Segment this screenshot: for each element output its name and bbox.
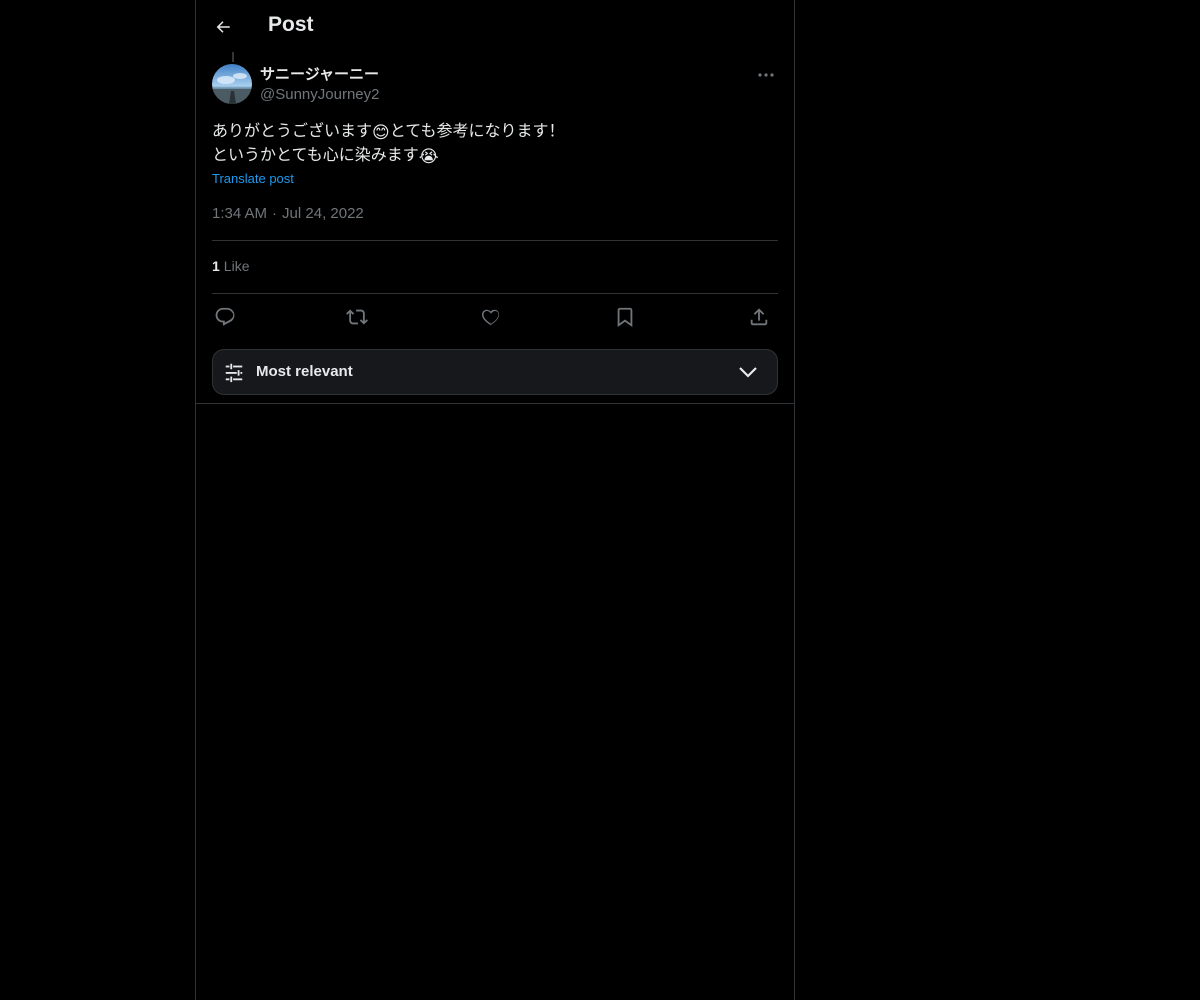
- page-header: Post: [196, 0, 794, 53]
- translate-post-link[interactable]: Translate post: [212, 171, 294, 186]
- thread-connector-line: [232, 52, 234, 62]
- reply-button[interactable]: [212, 304, 238, 330]
- arrow-left-icon: [216, 21, 230, 33]
- like-icon: [481, 309, 500, 326]
- divider: [196, 403, 794, 404]
- smiling-face-emoji-icon: 😊: [372, 123, 390, 143]
- repost-icon: [346, 309, 368, 325]
- post-timestamp[interactable]: 1:34 AM · Jul 24, 2022: [212, 205, 364, 222]
- repost-button[interactable]: [344, 304, 370, 330]
- back-button[interactable]: [206, 10, 240, 44]
- author-info: サニージャーニー @SunnyJourney2: [260, 65, 379, 105]
- reply-icon: [215, 307, 235, 326]
- author-display-name[interactable]: サニージャーニー: [260, 65, 379, 85]
- likes-count: 1: [212, 258, 220, 274]
- separator-dot: ·: [272, 205, 278, 222]
- avatar[interactable]: [212, 64, 252, 104]
- post-text-segment: ありがとうございます: [212, 121, 373, 140]
- more-dots-icon: [758, 73, 774, 77]
- post-text: ありがとうございます😊とても参考になります！ というかとても心に染みます😭: [212, 119, 772, 167]
- like-button[interactable]: [478, 304, 504, 330]
- post-actions-bar: [212, 304, 778, 330]
- share-button[interactable]: [746, 304, 772, 330]
- divider: [212, 293, 778, 294]
- crying-face-emoji-icon: 😭: [418, 147, 439, 167]
- sort-replies-dropdown[interactable]: Most relevant: [212, 349, 778, 395]
- bookmark-icon: [617, 307, 633, 328]
- likes-label: Like: [223, 258, 250, 274]
- post-text-segment: というかとても心に染みます: [212, 145, 419, 164]
- post-time: 1:34 AM: [212, 205, 268, 222]
- sliders-icon: [225, 363, 243, 383]
- post-date: Jul 24, 2022: [282, 205, 364, 222]
- divider: [212, 240, 778, 241]
- avatar-photo-icon: [212, 64, 252, 104]
- share-icon: [750, 308, 768, 326]
- page-title: Post: [268, 13, 314, 36]
- bookmark-button[interactable]: [612, 304, 638, 330]
- sort-label: Most relevant: [256, 363, 353, 380]
- more-options-button[interactable]: [754, 64, 778, 86]
- author-handle[interactable]: @SunnyJourney2: [260, 85, 379, 105]
- main-column: Post サニージャーニー @SunnyJourney2 ありがとうございます😊…: [195, 0, 795, 1000]
- post-text-segment: とても参考になります！: [389, 121, 565, 140]
- chevron-down-icon: [739, 367, 757, 378]
- likes-count-link[interactable]: 1 Like: [212, 258, 249, 274]
